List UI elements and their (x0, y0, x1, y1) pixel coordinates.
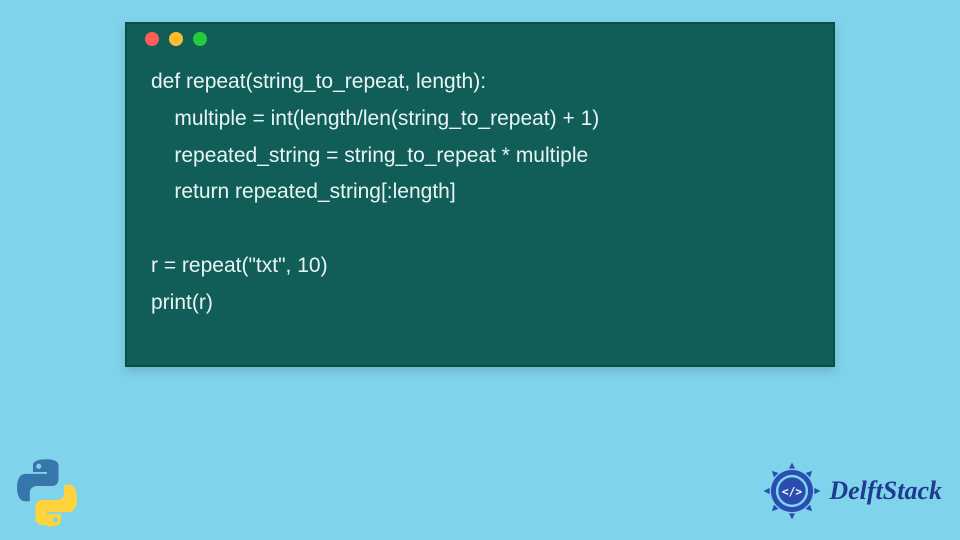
close-icon (145, 32, 159, 46)
brand-emblem-icon: </> (761, 460, 823, 522)
python-logo-icon (12, 458, 82, 528)
code-window: def repeat(string_to_repeat, length): mu… (125, 22, 835, 367)
code-block: def repeat(string_to_repeat, length): mu… (127, 54, 833, 321)
brand-name: DelftStack (829, 476, 942, 506)
window-titlebar (127, 24, 833, 54)
minimize-icon (169, 32, 183, 46)
maximize-icon (193, 32, 207, 46)
brand-badge: </> DelftStack (761, 460, 942, 522)
svg-text:</>: </> (782, 485, 802, 498)
